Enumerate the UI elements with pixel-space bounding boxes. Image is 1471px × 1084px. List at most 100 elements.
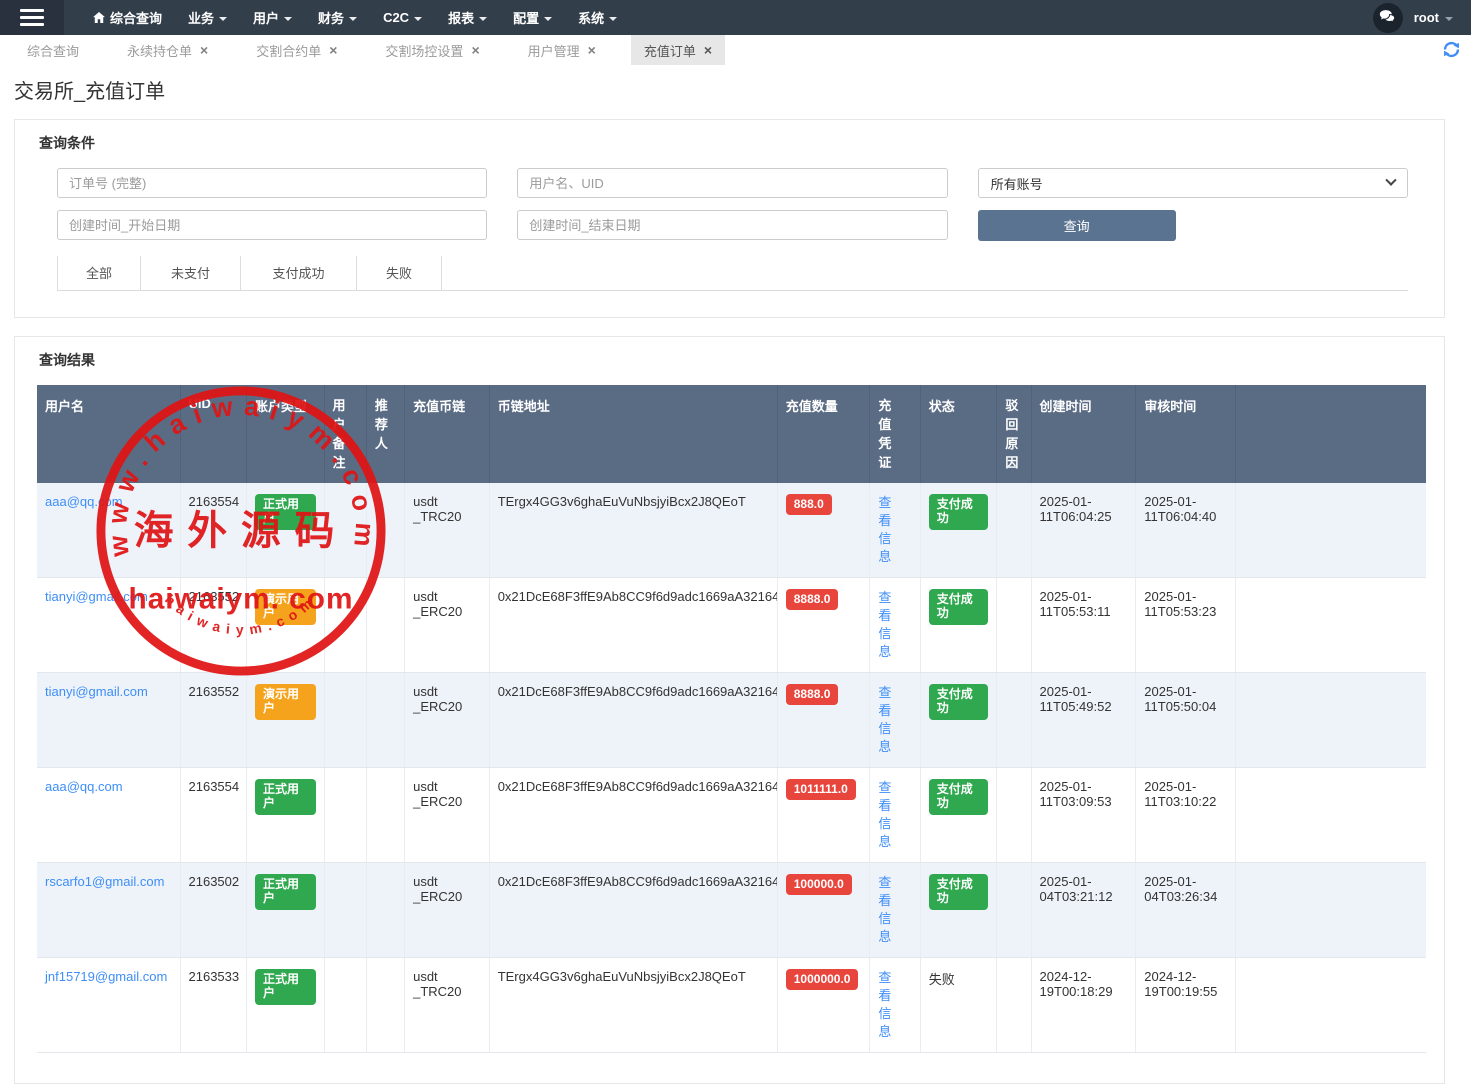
nav-menu-item[interactable]: 业务 — [175, 0, 240, 35]
nav-menu-item[interactable]: 财务 — [305, 0, 370, 35]
messages-button[interactable] — [1373, 3, 1403, 33]
cell-account-type: 演示用户 — [246, 578, 324, 673]
table-body: aaa@qq.com2163554正式用户usdt _TRC20TErgx4GG… — [37, 483, 1426, 1053]
window-tab-label: 综合查询 — [27, 41, 79, 60]
cell-amount: 8888.0 — [777, 673, 870, 768]
nav-menu-label: C2C — [383, 10, 409, 25]
nav-menu-item[interactable]: 综合查询 — [80, 0, 175, 35]
order-no-input[interactable] — [57, 168, 487, 198]
chevron-down-icon — [219, 17, 227, 21]
view-info-link[interactable]: 查看信息 — [878, 684, 892, 756]
nav-menu-label: 用户 — [253, 8, 279, 27]
account-type-badge: 演示用户 — [255, 589, 316, 625]
window-tab[interactable]: 永续持仓单× — [114, 35, 221, 65]
column-header: 充值数量 — [777, 385, 870, 483]
account-type-badge: 正式用户 — [255, 969, 316, 1005]
cell-audited-at: 2025-01-11T05:53:23 — [1136, 578, 1236, 673]
user-link[interactable]: jnf15719@gmail.com — [45, 969, 167, 984]
tab-close-icon[interactable]: × — [329, 43, 337, 57]
column-header: 状态 — [920, 385, 997, 483]
status-filter-tab[interactable]: 支付成功 — [241, 256, 357, 290]
cell-referrer — [366, 958, 404, 1053]
query-results-panel: 查询结果 用户名UID账户类型用户备注推荐人充值币链币链地址充值数量充值凭证状态… — [14, 336, 1445, 1084]
cell-amount: 100000.0 — [777, 863, 870, 958]
cell-chain: usdt _ERC20 — [405, 863, 490, 958]
window-tab[interactable]: 综合查询 — [14, 35, 92, 65]
status-badge: 支付成功 — [929, 589, 989, 625]
cell-empty — [1236, 768, 1427, 863]
account-type-badge: 正式用户 — [255, 874, 316, 910]
cell-referrer — [366, 673, 404, 768]
view-info-link[interactable]: 查看信息 — [878, 969, 892, 1041]
column-header — [1236, 385, 1427, 483]
view-info-link[interactable]: 查看信息 — [878, 779, 892, 851]
status-filter-tab[interactable]: 全部 — [57, 256, 141, 290]
user-link[interactable]: aaa@qq.com — [45, 494, 123, 509]
search-button[interactable]: 查询 — [978, 210, 1176, 241]
cell-username: aaa@qq.com — [37, 483, 180, 578]
start-date-input[interactable] — [57, 210, 487, 240]
account-type-select[interactable]: 所有账号 — [978, 168, 1408, 198]
account-type-badge: 正式用户 — [255, 494, 316, 530]
nav-menu-item[interactable]: 系统 — [565, 0, 630, 35]
tab-close-icon[interactable]: × — [200, 43, 208, 57]
view-info-link[interactable]: 查看信息 — [878, 874, 892, 946]
view-info-link[interactable]: 查看信息 — [878, 494, 892, 566]
cell-status: 支付成功 — [920, 483, 997, 578]
window-tab[interactable]: 用户管理× — [515, 35, 609, 65]
tab-close-icon[interactable]: × — [704, 43, 712, 57]
table-row: tianyi@gmail.com2163552演示用户usdt _ERC200x… — [37, 673, 1426, 768]
nav-menu-label: 系统 — [578, 8, 604, 27]
table-row: tianyi@gmail.com2163552演示用户usdt _ERC200x… — [37, 578, 1426, 673]
user-uid-input[interactable] — [517, 168, 947, 198]
status-text: 失败 — [929, 972, 955, 987]
nav-menu-label: 财务 — [318, 8, 344, 27]
window-tab[interactable]: 交割合约单× — [243, 35, 350, 65]
table-row: aaa@qq.com2163554正式用户usdt _TRC20TErgx4GG… — [37, 483, 1426, 578]
window-tab[interactable]: 交割场控设置 × — [372, 35, 492, 65]
sidebar-toggle-button[interactable] — [0, 0, 64, 35]
status-filter-tab[interactable]: 失败 — [357, 256, 442, 290]
refresh-button[interactable] — [1442, 40, 1461, 62]
cell-empty — [1236, 483, 1427, 578]
window-tab[interactable]: 充值订单× — [631, 35, 725, 65]
cell-voucher: 查看信息 — [870, 958, 920, 1053]
tab-close-icon[interactable]: × — [471, 43, 479, 57]
cell-reject-reason — [997, 863, 1031, 958]
nav-menu-item[interactable]: C2C — [370, 0, 435, 35]
cell-created-at: 2025-01-11T03:09:53 — [1031, 768, 1136, 863]
user-link[interactable]: aaa@qq.com — [45, 779, 123, 794]
account-select-value: 所有账号 — [991, 174, 1043, 193]
status-filter-tab[interactable]: 未支付 — [141, 256, 241, 290]
results-panel-title: 查询结果 — [15, 337, 1444, 370]
user-link[interactable]: rscarfo1@gmail.com — [45, 874, 164, 889]
chevron-down-icon — [284, 17, 292, 21]
nav-menu-label: 配置 — [513, 8, 539, 27]
top-navbar: 综合查询业务 用户 财务 C2C 报表配置 系统 root — [0, 0, 1471, 35]
cell-user-remark — [324, 863, 366, 958]
cell-voucher: 查看信息 — [870, 578, 920, 673]
user-link[interactable]: tianyi@gmail.com — [45, 684, 148, 699]
cell-address: 0x21DcE68F3ffE9Ab8CC9f6d9adc1669aA321645… — [489, 768, 777, 863]
end-date-input[interactable] — [517, 210, 947, 240]
view-info-link[interactable]: 查看信息 — [878, 589, 892, 661]
tab-close-icon[interactable]: × — [588, 43, 596, 57]
cell-status: 支付成功 — [920, 768, 997, 863]
status-badge: 支付成功 — [929, 494, 989, 530]
cell-address: TErgx4GG3v6ghaEuVuNbsjyiBcx2J8QEoT — [489, 483, 777, 578]
nav-menu-item[interactable]: 用户 — [240, 0, 305, 35]
cell-amount: 888.0 — [777, 483, 870, 578]
orders-table: 用户名UID账户类型用户备注推荐人充值币链币链地址充值数量充值凭证状态驳回原因创… — [37, 385, 1426, 1053]
amount-badge: 8888.0 — [786, 684, 839, 705]
window-tab-label: 交割场控设置 — [385, 41, 463, 60]
cell-address: 0x21DcE68F3ffE9Ab8CC9f6d9adc1669aA321645… — [489, 863, 777, 958]
nav-menu-item[interactable]: 配置 — [500, 0, 565, 35]
cell-chain: usdt _TRC20 — [405, 958, 490, 1053]
user-link[interactable]: tianyi@gmail.com — [45, 589, 148, 604]
user-menu[interactable]: root — [1414, 10, 1453, 25]
cell-chain: usdt _ERC20 — [405, 578, 490, 673]
nav-menu-label: 业务 — [188, 8, 214, 27]
nav-menu-item[interactable]: 报表 — [435, 0, 500, 35]
cell-reject-reason — [997, 958, 1031, 1053]
cell-reject-reason — [997, 673, 1031, 768]
